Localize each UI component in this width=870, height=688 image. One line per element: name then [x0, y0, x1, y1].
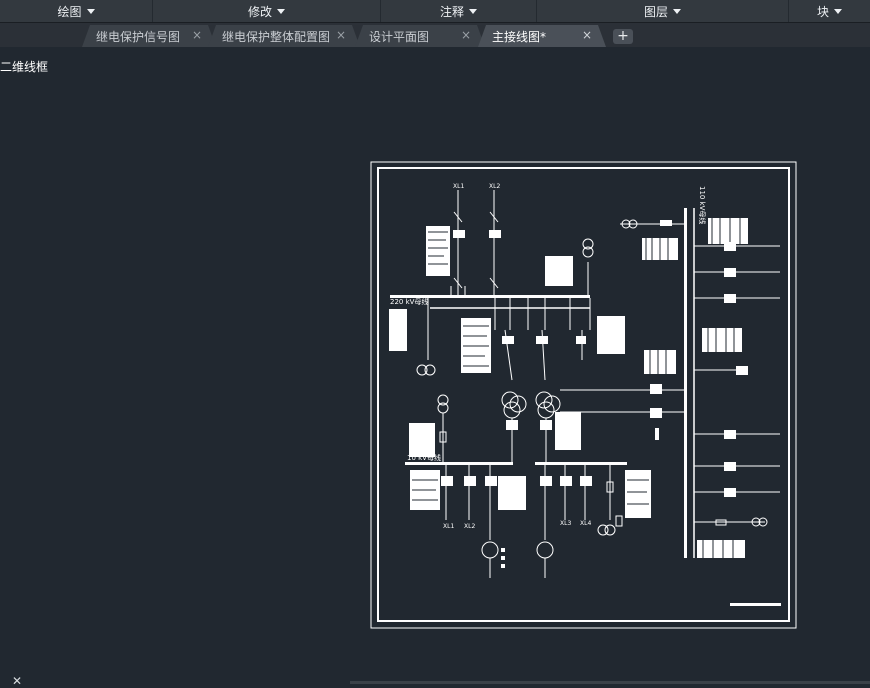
bus-10kv-left — [405, 462, 513, 465]
feeder-label: XL1 — [443, 523, 454, 530]
feeder-label: XL4 — [580, 520, 591, 527]
feeder-label: XL2 — [464, 523, 475, 530]
feeder-label: XL2 — [489, 183, 500, 190]
bus-220-label: 220 kV母线 — [390, 297, 428, 306]
cad-drawing: 220 kV母线 XL1 XL2 10 kV母线 XL1 XL2 XL3 XL4… — [370, 161, 797, 629]
feeder-label: XL3 — [560, 520, 571, 527]
bus-10-label: 10 kV母线 — [407, 453, 441, 462]
ucs-axis-icon: ✕ — [12, 674, 23, 688]
title-block-mark — [730, 603, 781, 606]
bus-110-label: 110 kV母线 — [698, 186, 707, 224]
feeder-label: XL1 — [453, 183, 464, 190]
bus-10kv-right — [535, 462, 627, 465]
bus-110kv — [684, 208, 687, 558]
